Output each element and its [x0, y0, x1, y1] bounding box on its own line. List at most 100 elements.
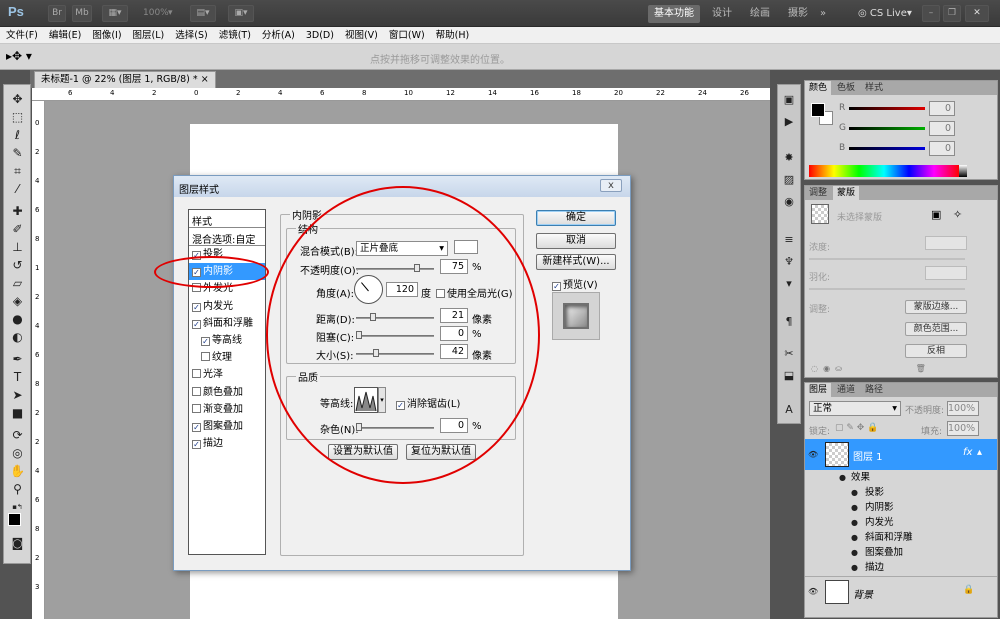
menu-file[interactable]: 文件(F) — [0, 27, 43, 42]
3d-rotate-tool-icon[interactable]: ⟳ — [8, 427, 27, 443]
styles-header[interactable]: 样式 — [189, 210, 265, 228]
layer-opacity-input[interactable]: 100% — [947, 401, 979, 416]
minimize-button[interactable]: – — [922, 5, 940, 22]
style-item-10[interactable]: ✓ 图案叠加 — [189, 418, 265, 435]
paragraph-panel-icon[interactable]: ¶ — [781, 315, 797, 329]
vector-mask-icon[interactable]: ✧ — [953, 208, 962, 221]
style-item-6[interactable]: 纹理 — [189, 349, 265, 366]
move-tool-icon[interactable]: ✥ — [8, 91, 27, 107]
style-checkbox-icon[interactable]: ✓ — [192, 319, 201, 329]
style-checkbox-icon[interactable] — [192, 403, 201, 413]
visibility-eye-icon[interactable]: 👁 — [808, 450, 818, 459]
zoom-level[interactable]: 100% — [143, 8, 169, 18]
inner-glow-eye-icon[interactable]: ● — [851, 515, 858, 530]
effect-row-stroke[interactable]: ● 描边 — [805, 560, 997, 575]
effects-eye-icon[interactable]: ● — [839, 470, 846, 485]
animation-panel-icon[interactable]: ◉ — [781, 195, 797, 209]
effect-row-pattern-overlay[interactable]: ● 图案叠加 — [805, 545, 997, 560]
style-item-11[interactable]: ✓ 描边 — [189, 435, 265, 452]
bridge-button[interactable]: Br — [48, 5, 66, 22]
view-extras-button[interactable]: ▦▾ — [102, 5, 128, 22]
style-item-5[interactable]: ✓ 等高线 — [189, 332, 265, 349]
menu-edit[interactable]: 编辑(E) — [43, 27, 86, 42]
fg-color-swatch[interactable] — [811, 103, 825, 117]
green-input[interactable]: 0 — [929, 121, 955, 136]
arrange-docs-button[interactable]: ▤▾ — [190, 5, 216, 22]
workspace-design[interactable]: 设计 — [712, 5, 732, 23]
density-slider[interactable] — [809, 258, 965, 260]
workspace-painting[interactable]: 绘画 — [750, 5, 770, 23]
3d-orbit-tool-icon[interactable]: ◎ — [8, 445, 27, 461]
style-checkbox-icon[interactable]: ✓ — [192, 440, 201, 450]
marquee-tool-icon[interactable]: ⬚ — [8, 109, 27, 125]
shape-tool-icon[interactable]: ■ — [8, 405, 27, 421]
clone-stamp-tool-icon[interactable]: ⊥ — [8, 239, 27, 255]
healing-brush-tool-icon[interactable]: ✚ — [8, 203, 27, 219]
stroke-eye-icon[interactable]: ● — [851, 560, 858, 575]
tools-panel-icon[interactable]: ✂ — [781, 347, 797, 361]
color-spectrum-bar[interactable] — [809, 165, 959, 177]
close-tab-icon[interactable]: × — [201, 74, 209, 85]
more-workspaces-icon[interactable]: » — [820, 5, 826, 23]
eraser-tool-icon[interactable]: ▱ — [8, 275, 27, 291]
cs-live-button[interactable]: ◎ CS Live▾ — [858, 5, 912, 23]
bevel-eye-icon[interactable]: ● — [851, 530, 858, 545]
foreground-color-swatch[interactable] — [8, 513, 21, 526]
menu-window[interactable]: 窗口(W) — [383, 27, 430, 42]
effect-row-inner-shadow[interactable]: ● 内阴影 — [805, 500, 997, 515]
background-layer-name[interactable]: 背景 — [853, 586, 873, 601]
tab-channels[interactable]: 通道 — [833, 383, 859, 397]
dodge-tool-icon[interactable]: ◐ — [8, 329, 27, 345]
lock-icons[interactable]: ▢ ✎ ✥ 🔒 — [835, 423, 878, 433]
cancel-button[interactable]: 取消 — [536, 233, 616, 249]
style-checkbox-icon[interactable]: ✓ — [201, 337, 210, 346]
style-checkbox-icon[interactable]: ✓ — [192, 302, 201, 312]
style-item-9[interactable]: 渐变叠加 — [189, 401, 265, 418]
layer1-name[interactable]: 图层 1 — [853, 448, 883, 463]
path-select-tool-icon[interactable]: ➤ — [8, 387, 27, 403]
blend-options-item[interactable]: 混合选项:自定 — [189, 228, 265, 246]
dialog-close-button[interactable]: x — [600, 179, 622, 192]
pixel-mask-icon[interactable]: ▣ — [931, 208, 941, 221]
ok-button[interactable]: 确定 — [536, 210, 616, 226]
tab-masks[interactable]: 蒙版 — [833, 186, 860, 200]
bw-ramp[interactable] — [959, 165, 967, 177]
menu-filter[interactable]: 滤镜(T) — [213, 27, 256, 42]
screen-mode-button[interactable]: ▣▾ — [228, 5, 254, 22]
quick-select-tool-icon[interactable]: ✎ — [8, 145, 27, 161]
style-item-8[interactable]: 颜色叠加 — [189, 384, 265, 401]
mask-panel-footer-icons[interactable]: ◌ ◉ ⛀ 🗑 — [811, 364, 926, 373]
layer-row-background[interactable]: 👁 背景 🔒 — [805, 576, 997, 606]
drop-shadow-eye-icon[interactable]: ● — [851, 485, 858, 500]
style-checkbox-icon[interactable] — [192, 369, 201, 379]
history-brush-tool-icon[interactable]: ↺ — [8, 257, 27, 273]
style-item-3[interactable]: ✓ 内发光 — [189, 298, 265, 315]
style-checkbox-icon[interactable] — [192, 386, 201, 396]
density-field[interactable] — [925, 236, 967, 250]
measurement-panel-icon[interactable]: ▨ — [781, 173, 797, 187]
eyedropper-tool-icon[interactable]: ⁄ — [8, 181, 27, 197]
workspace-photography[interactable]: 摄影 — [788, 5, 808, 23]
tab-color[interactable]: 颜色 — [805, 81, 832, 95]
pen-tool-icon[interactable]: ✒ — [8, 351, 27, 367]
green-slider[interactable] — [849, 127, 925, 130]
red-slider[interactable] — [849, 107, 925, 110]
style-item-7[interactable]: 光泽 — [189, 366, 265, 383]
close-app-button[interactable]: ✕ — [965, 5, 989, 22]
lasso-tool-icon[interactable]: ℓ — [8, 127, 27, 143]
workspace-essentials[interactable]: 基本功能 — [648, 5, 700, 23]
color-range-button[interactable]: 颜色范围... — [905, 322, 967, 336]
history-panel-icon[interactable]: ▣ — [781, 93, 797, 107]
hand-tool-icon[interactable]: ✋ — [8, 463, 27, 479]
tab-adjustments[interactable]: 调整 — [805, 186, 831, 200]
brush-tool-icon[interactable]: ✐ — [8, 221, 27, 237]
menu-select[interactable]: 选择(S) — [169, 27, 212, 42]
menu-image[interactable]: 图像(I) — [86, 27, 126, 42]
menu-view[interactable]: 视图(V) — [339, 27, 383, 42]
blend-mode-dropdown[interactable]: 正常 ▾ — [809, 401, 901, 416]
layer-row-layer1[interactable]: 👁 图层 1 fx ▴ — [805, 439, 997, 470]
preview-checkbox[interactable]: ✓ 预览(V) — [552, 276, 598, 291]
effect-row-inner-glow[interactable]: ● 内发光 — [805, 515, 997, 530]
collapse-effects-icon[interactable]: ▴ — [977, 447, 982, 458]
menu-layer[interactable]: 图层(L) — [127, 27, 170, 42]
